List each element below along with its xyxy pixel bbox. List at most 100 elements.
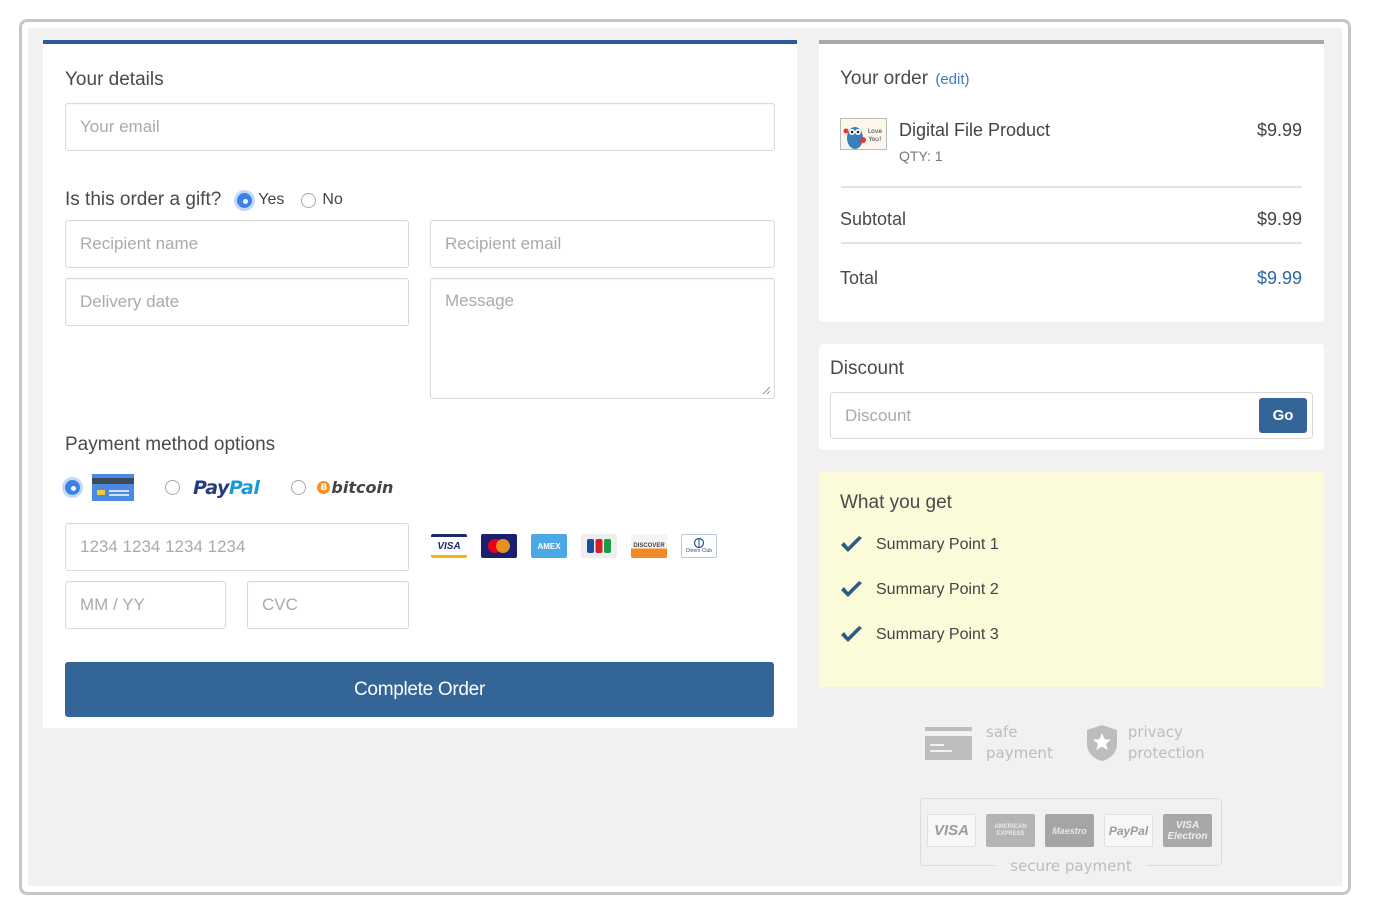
diners-club-card-icon: Diners Club	[681, 534, 717, 558]
discount-placeholder: Discount	[845, 405, 912, 425]
bitcoin-radio[interactable]	[291, 480, 307, 495]
bitcoin-logo[interactable]: Bbitcoin	[317, 478, 393, 497]
message-textarea[interactable]: Message	[430, 278, 775, 399]
amex-card-label: AMEX	[537, 541, 561, 551]
owl-love-you-image-icon: Love You!	[841, 119, 886, 149]
delivery-date-placeholder: Delivery date	[80, 292, 180, 311]
visa-electron-logo-label: VISA Electron	[1167, 819, 1208, 842]
checkmark-icon	[841, 536, 862, 552]
delivery-date-field[interactable]: Delivery date	[65, 278, 409, 326]
visa-card-label: VISA	[437, 540, 461, 552]
diners-club-logo-icon	[693, 538, 705, 548]
diners-club-card-label: Diners Club	[685, 548, 713, 554]
visa-logo-label: VISA	[933, 822, 969, 839]
card-number-placeholder: 1234 1234 1234 1234	[80, 537, 246, 556]
order-title: Your order (edit)	[840, 68, 970, 90]
mastercard-circles-icon	[488, 539, 510, 553]
checkmark-icon	[841, 581, 862, 597]
paypal-logo-pal: Pal	[228, 476, 260, 499]
cvc-placeholder: CVC	[262, 595, 298, 614]
jcb-stripes-icon	[587, 539, 611, 553]
product-name: Digital File Product	[899, 120, 1051, 140]
message-placeholder: Message	[445, 291, 514, 310]
trust-badges: safe payment privacy protection	[925, 722, 1204, 764]
subtotal-label: Subtotal	[840, 209, 907, 229]
product-thumbnail: Love You!	[840, 118, 887, 150]
summary-point: Summary Point 3	[840, 625, 999, 644]
paypal-logo-pay: Pay	[193, 476, 229, 499]
svg-text:Love: Love	[868, 128, 882, 135]
email-placeholder: Your email	[80, 117, 160, 136]
secure-payment-label: secure payment	[996, 857, 1146, 875]
secure-payment-logos: VISA AMERICAN EXPRESS Maestro PayPal VIS…	[927, 814, 1212, 847]
complete-order-button[interactable]: Complete Order	[65, 662, 774, 717]
paypal-secure-logo: PayPal	[1104, 814, 1153, 847]
apply-discount-button[interactable]: Go	[1259, 398, 1307, 433]
safe-payment-badge: safe payment	[925, 722, 1053, 764]
credit-card-icon[interactable]	[92, 474, 134, 501]
accepted-cards: VISA AMEX DISCOVER Diners Club	[431, 534, 717, 558]
svg-text:You!: You!	[868, 136, 882, 143]
what-you-get-panel: What you get Summary Point 1 Summary Poi…	[819, 472, 1324, 687]
expiry-placeholder: MM / YY	[80, 595, 145, 614]
paypal-radio[interactable]	[165, 480, 180, 495]
visa-logo: VISA	[927, 814, 976, 847]
discover-card-label: DISCOVER	[633, 543, 665, 549]
gift-no-label[interactable]: No	[322, 191, 342, 209]
recipient-name-field[interactable]: Recipient name	[65, 220, 409, 268]
email-field[interactable]: Your email	[65, 103, 775, 151]
resize-handle-icon[interactable]	[762, 386, 771, 395]
divider	[841, 242, 1302, 244]
edit-order-link[interactable]: (edit)	[935, 71, 969, 88]
checkout-frame: Your details Your email Is this order a …	[19, 19, 1351, 895]
what-you-get-heading: What you get	[840, 492, 952, 513]
discount-heading: Discount	[830, 358, 904, 379]
secure-payment-box: VISA AMERICAN EXPRESS Maestro PayPal VIS…	[920, 798, 1222, 875]
summary-point: Summary Point 2	[840, 580, 999, 599]
payment-method-heading: Payment method options	[65, 434, 276, 455]
privacy-protection-badge: privacy protection	[1086, 722, 1204, 764]
gift-yes-label[interactable]: Yes	[258, 191, 284, 209]
summary-point-label: Summary Point 3	[876, 625, 999, 643]
order-title-text: Your order	[840, 68, 929, 89]
card-number-field[interactable]: 1234 1234 1234 1234	[65, 523, 409, 571]
gift-no-radio[interactable]	[301, 192, 317, 208]
total-label: Total	[840, 268, 879, 288]
summary-point-label: Summary Point 1	[876, 535, 999, 553]
recipient-name-placeholder: Recipient name	[80, 234, 199, 253]
checkout-container: Your details Your email Is this order a …	[28, 28, 1342, 886]
jcb-card-icon	[581, 534, 617, 558]
gift-question-label: Is this order a gift?	[65, 189, 222, 210]
summary-point: Summary Point 1	[840, 535, 999, 554]
american-express-logo: AMERICAN EXPRESS	[986, 814, 1035, 847]
gift-question-row: Is this order a gift? Yes No	[65, 189, 360, 211]
maestro-logo-label: Maestro	[1052, 825, 1087, 836]
recipient-email-placeholder: Recipient email	[445, 234, 562, 253]
cvc-field[interactable]: CVC	[247, 581, 409, 629]
discount-code-field[interactable]: Discount Go	[830, 392, 1313, 439]
secure-payment-caption: secure payment	[921, 857, 1221, 876]
paypal-secure-logo-label: PayPal	[1108, 823, 1149, 838]
recipient-email-field[interactable]: Recipient email	[430, 220, 775, 268]
safe-payment-line1: safe	[986, 723, 1018, 741]
credit-card-radio[interactable]	[65, 480, 80, 495]
safe-payment-line2: payment	[986, 744, 1053, 762]
expiry-field[interactable]: MM / YY	[65, 581, 226, 629]
your-details-heading: Your details	[65, 69, 164, 90]
mastercard-icon	[481, 534, 517, 558]
privacy-line1: privacy	[1127, 723, 1183, 741]
shield-star-icon	[1086, 725, 1117, 761]
checkout-form-panel: Your details Your email Is this order a …	[43, 40, 797, 728]
discover-card-icon: DISCOVER	[631, 534, 667, 558]
card-payment-icon	[925, 726, 972, 760]
checkmark-icon	[841, 626, 862, 642]
total-value: $9.99	[1256, 268, 1302, 288]
maestro-logo: Maestro	[1045, 814, 1094, 847]
bitcoin-label: bitcoin	[331, 478, 394, 497]
bitcoin-coin-icon: B	[317, 481, 331, 494]
divider	[841, 186, 1302, 188]
paypal-logo[interactable]: PayPal	[193, 476, 260, 499]
subtotal-value: $9.99	[1256, 209, 1302, 229]
visa-electron-logo: VISA Electron	[1163, 814, 1212, 847]
gift-yes-radio[interactable]	[237, 192, 253, 208]
